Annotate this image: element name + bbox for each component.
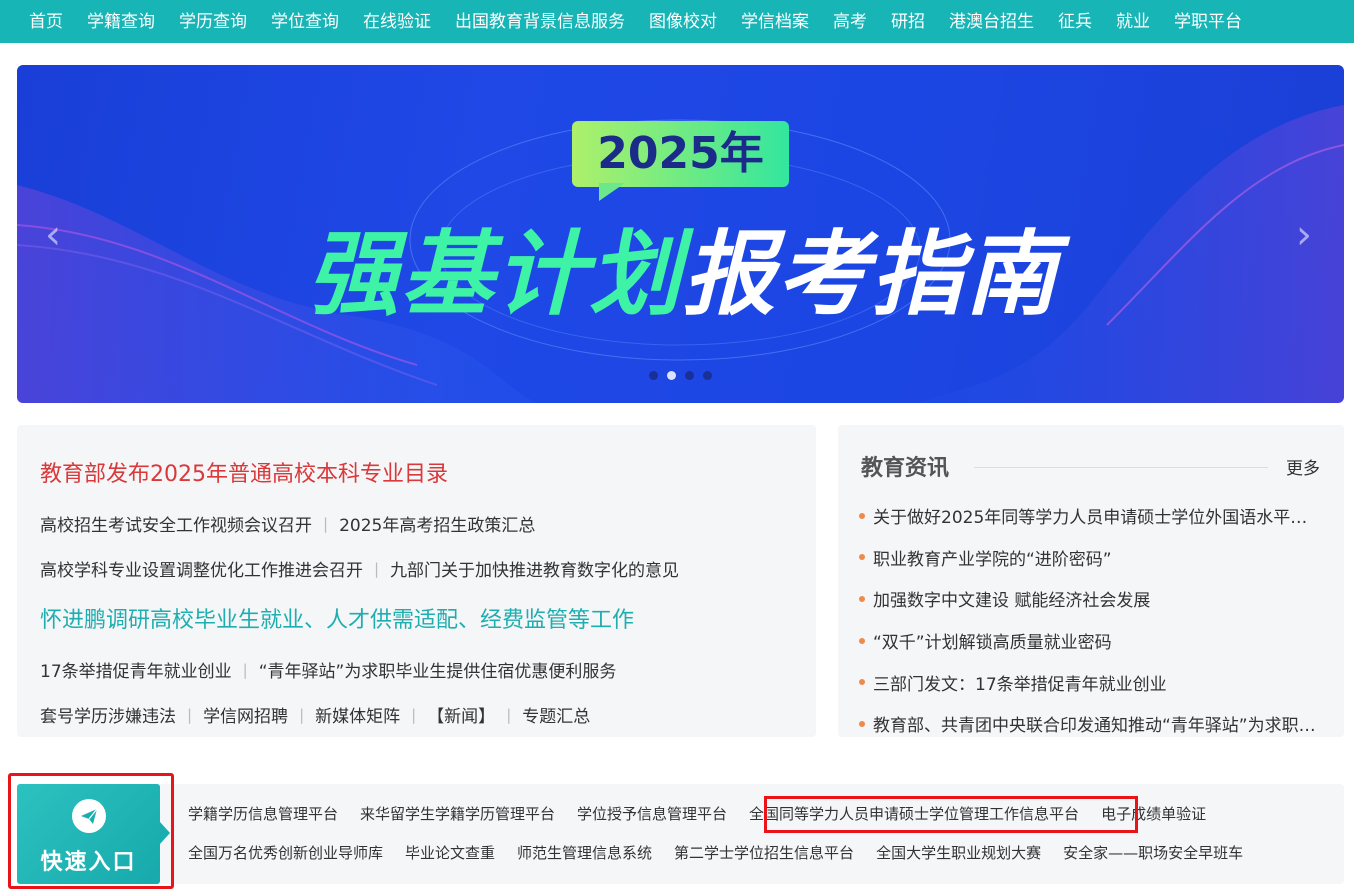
list-item-text: 教育部、共青团中央联合印发通知推动“青年驿站”为求职毕业生服务 <box>873 716 1321 737</box>
top-nav: 首页 学籍查询 学历查询 学位查询 在线验证 出国教育背景信息服务 图像校对 学… <box>0 0 1354 43</box>
banner-title-part1: 强基计划 <box>307 221 684 328</box>
banner-dot-1[interactable] <box>649 371 658 380</box>
nav-overseas-service[interactable]: 出国教育背景信息服务 <box>455 8 625 36</box>
separator: | <box>411 705 417 724</box>
nav-grad-admission[interactable]: 研招 <box>891 8 925 36</box>
quick-link-highlight-box <box>764 796 1138 833</box>
news-row-1: 高校招生考试安全工作视频会议召开 | 2025年高考招生政策汇总 <box>40 511 535 537</box>
bullet-icon <box>859 637 865 644</box>
bullet-icon <box>859 512 865 519</box>
banner-prev-arrow-icon[interactable]: ‹ <box>45 215 67 255</box>
list-item-text: 职业教育产业学院的“进阶密码” <box>873 549 1112 570</box>
nav-career-platform[interactable]: 学职平台 <box>1174 8 1242 36</box>
banner-title-part2: 报考指南 <box>683 221 1060 328</box>
nav-online-verify[interactable]: 在线验证 <box>363 8 431 36</box>
bullet-icon <box>859 554 865 561</box>
bullet-icon <box>859 720 865 727</box>
nav-gaokao[interactable]: 高考 <box>833 8 867 36</box>
quick-link[interactable]: 师范生管理信息系统 <box>517 841 652 865</box>
bullet-icon <box>859 679 865 686</box>
separator: | <box>299 705 305 724</box>
banner-dot-2[interactable] <box>667 371 676 380</box>
list-item[interactable]: 教育部、共青团中央联合印发通知推动“青年驿站”为求职毕业生服务 <box>859 703 1321 745</box>
news-link[interactable]: 新媒体矩阵 <box>315 702 400 727</box>
quick-link[interactable]: 第二学士学位招生信息平台 <box>674 841 854 865</box>
separator: | <box>187 705 193 724</box>
banner-dot-3[interactable] <box>685 371 694 380</box>
separator: | <box>374 559 380 578</box>
list-item-text: 关于做好2025年同等学力人员申请硕士学位外国语水平全国统一考试报名工作的通知 <box>873 508 1321 529</box>
nav-enlist[interactable]: 征兵 <box>1058 8 1092 36</box>
list-item-text: 三部门发文：17条举措促青年就业创业 <box>873 674 1167 695</box>
headline-link-2[interactable]: 怀进鹏调研高校毕业生就业、人才供需适配、经费监管等工作 <box>40 602 634 634</box>
news-link[interactable]: 套号学历涉嫌违法 <box>40 702 176 727</box>
quick-entry-panel <box>17 784 1344 884</box>
more-link[interactable]: 更多 <box>1286 454 1320 479</box>
list-item[interactable]: “双千”计划解锁高质量就业密码 <box>859 620 1321 662</box>
nav-home[interactable]: 首页 <box>29 8 63 36</box>
nav-degree-query[interactable]: 学位查询 <box>271 8 339 36</box>
nav-archive[interactable]: 学信档案 <box>741 8 809 36</box>
education-news-panel: 教育资讯 更多 关于做好2025年同等学力人员申请硕士学位外国语水平全国统一考试… <box>838 425 1344 737</box>
quick-link[interactable]: 学籍学历信息管理平台 <box>188 802 338 826</box>
list-item[interactable]: 三部门发文：17条举措促青年就业创业 <box>859 661 1321 703</box>
news-link[interactable]: 高校学科专业设置调整优化工作推进会召开 <box>40 556 363 581</box>
separator: | <box>323 514 329 533</box>
quick-links-row-2: 全国万名优秀创新创业导师库 毕业论文查重 师范生管理信息系统 第二学士学位招生信… <box>188 841 1265 865</box>
banner-title: 强基计划报考指南 <box>307 215 1059 335</box>
quick-link[interactable]: 学位授予信息管理平台 <box>577 802 727 826</box>
list-item[interactable]: 职业教育产业学院的“进阶密码” <box>859 537 1321 579</box>
nav-degree-record[interactable]: 学历查询 <box>179 8 247 36</box>
quick-link[interactable]: 毕业论文查重 <box>405 841 495 865</box>
list-item-text: “双千”计划解锁高质量就业密码 <box>873 633 1112 654</box>
nav-employment[interactable]: 就业 <box>1116 8 1150 36</box>
news-row-4: 套号学历涉嫌违法 | 学信网招聘 | 新媒体矩阵 | 【新闻】 | 专题汇总 <box>40 702 590 728</box>
section-title: 教育资讯 <box>861 456 950 481</box>
banner-next-arrow-icon[interactable]: › <box>1296 215 1318 255</box>
news-link[interactable]: 九部门关于加快推进教育数字化的意见 <box>390 556 679 581</box>
news-list: 关于做好2025年同等学力人员申请硕士学位外国语水平全国统一考试报名工作的通知 … <box>859 495 1321 745</box>
news-link[interactable]: 高校招生考试安全工作视频会议召开 <box>40 511 312 536</box>
list-item-text: 加强数字中文建设 赋能经济社会发展 <box>873 591 1151 612</box>
year-badge-text: 2025年 <box>597 128 764 179</box>
banner-carousel[interactable]: 2025年 强基计划报考指南 ‹ › <box>17 65 1344 403</box>
separator: | <box>506 705 512 724</box>
nav-student-status[interactable]: 学籍查询 <box>87 8 155 36</box>
banner-pagination <box>649 371 712 380</box>
news-link[interactable]: 17条举措促青年就业创业 <box>40 657 232 682</box>
list-item[interactable]: 关于做好2025年同等学力人员申请硕士学位外国语水平全国统一考试报名工作的通知 <box>859 495 1321 537</box>
separator: | <box>242 660 248 679</box>
nav-hmt-admission[interactable]: 港澳台招生 <box>949 8 1034 36</box>
quick-link[interactable]: 来华留学生学籍学历管理平台 <box>360 802 555 826</box>
title-divider <box>974 467 1268 468</box>
quick-link[interactable]: 全国万名优秀创新创业导师库 <box>188 841 383 865</box>
bullet-icon <box>859 595 865 602</box>
quick-entry-highlight <box>8 773 174 889</box>
news-link[interactable]: “青年驿站”为求职毕业生提供住宿优惠便利服务 <box>259 657 617 682</box>
news-link[interactable]: 专题汇总 <box>522 702 590 727</box>
news-link[interactable]: 学信网招聘 <box>203 702 288 727</box>
banner-dot-4[interactable] <box>703 371 712 380</box>
quick-link[interactable]: 全国大学生职业规划大赛 <box>876 841 1041 865</box>
nav-image-check[interactable]: 图像校对 <box>649 8 717 36</box>
headline-news: 教育部发布2025年普通高校本科专业目录 高校招生考试安全工作视频会议召开 | … <box>17 425 816 737</box>
headline-link-1[interactable]: 教育部发布2025年普通高校本科专业目录 <box>40 456 448 488</box>
quick-link[interactable]: 安全家——职场安全早班车 <box>1063 841 1243 865</box>
news-row-2: 高校学科专业设置调整优化工作推进会召开 | 九部门关于加快推进教育数字化的意见 <box>40 556 679 582</box>
news-link[interactable]: 【新闻】 <box>427 702 495 727</box>
news-link[interactable]: 2025年高考招生政策汇总 <box>339 511 535 536</box>
news-row-3: 17条举措促青年就业创业 | “青年驿站”为求职毕业生提供住宿优惠便利服务 <box>40 657 617 683</box>
list-item[interactable]: 加强数字中文建设 赋能经济社会发展 <box>859 578 1321 620</box>
